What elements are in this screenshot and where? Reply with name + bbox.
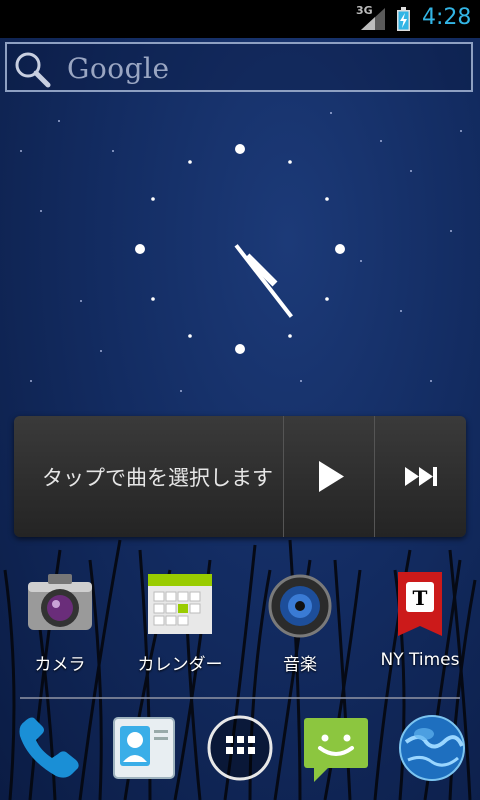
phone-icon	[19, 717, 79, 778]
music-widget[interactable]: タップで曲を選択します	[14, 416, 466, 537]
google-search-bar[interactable]: Google	[5, 42, 473, 92]
clock-time: 4:28	[422, 5, 472, 30]
dock-browser[interactable]	[396, 712, 468, 784]
analog-clock[interactable]	[125, 134, 355, 364]
clock-minute-hand	[234, 244, 293, 318]
search-icon	[15, 52, 51, 88]
skip-next-icon	[405, 467, 437, 486]
dock-messaging[interactable]	[300, 712, 372, 784]
signal-icon	[361, 8, 385, 30]
app-label: 音楽	[283, 655, 317, 675]
status-bar[interactable]: 3G 4:28	[0, 0, 480, 38]
search-label: Google	[67, 52, 170, 85]
dock-contacts[interactable]	[108, 712, 180, 784]
contacts-icon	[113, 717, 175, 779]
music-prompt[interactable]: タップで曲を選択します	[42, 462, 282, 492]
music-icon	[268, 574, 332, 638]
next-track-button[interactable]	[375, 416, 466, 537]
app-label: カメラ	[34, 655, 86, 675]
svg-text:T: T	[413, 586, 428, 610]
play-icon	[319, 461, 344, 492]
calendar-icon	[148, 574, 212, 634]
app-drawer-icon	[207, 715, 273, 781]
camera-icon	[28, 574, 92, 630]
battery-charging-icon	[397, 7, 410, 31]
dock-phone[interactable]	[12, 712, 84, 784]
nytimes-icon: T	[398, 572, 442, 636]
browser-icon	[399, 715, 465, 781]
app-drawer-button[interactable]	[204, 712, 276, 784]
play-button[interactable]	[284, 416, 374, 537]
app-label: カレンダー	[137, 655, 223, 675]
app-label: NY Times	[380, 650, 460, 670]
messaging-icon	[304, 718, 368, 782]
dock-divider	[20, 697, 460, 699]
